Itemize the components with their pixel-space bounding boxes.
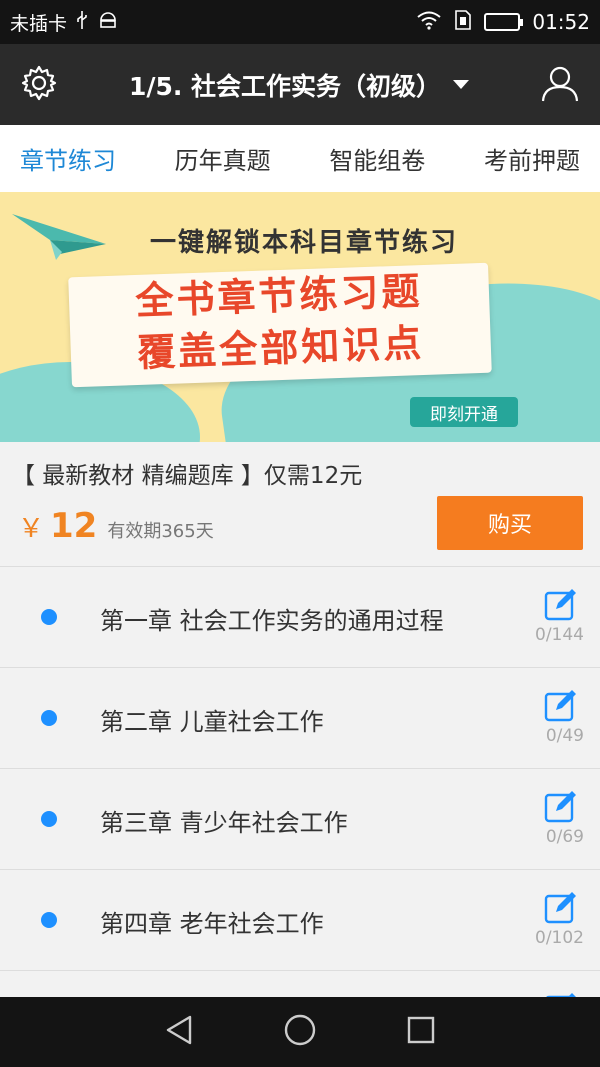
chevron-down-icon (453, 80, 470, 89)
progress-count: 0/144 (535, 625, 584, 645)
user-profile-icon[interactable] (540, 63, 580, 107)
chapter-list: 第一章 社会工作实务的通用过程 0/144 第二章 儿童社会工作 0/49 第三… (0, 567, 600, 997)
wifi-icon (416, 10, 442, 35)
status-right: 01:52 (416, 9, 590, 36)
edit-icon[interactable] (544, 587, 578, 625)
category-tabs: 章节练习 历年真题 智能组卷 考前押题 (0, 125, 600, 192)
android-icon (97, 10, 119, 35)
bullet-dot-icon (41, 609, 57, 625)
progress-count: 0/49 (545, 726, 584, 746)
tab-chapter-practice[interactable]: 章节练习 (20, 125, 116, 192)
subject-title: 1/5. 社会工作实务（初级） (128, 71, 442, 101)
promo-banner[interactable]: 一键解锁本科目章节练习 全书章节练习题 覆盖全部知识点 即刻开通 (0, 192, 600, 442)
list-item[interactable]: 第二章 儿童社会工作 0/49 (0, 668, 600, 769)
banner-headline: 全书章节练习题 覆盖全部知识点 (68, 262, 492, 388)
list-item-partial[interactable] (0, 971, 600, 997)
chapter-name: 第一章 社会工作实务的通用过程 (100, 607, 444, 635)
back-icon[interactable] (164, 1014, 194, 1050)
edit-icon[interactable] (544, 890, 578, 928)
list-item[interactable]: 第三章 青少年社会工作 0/69 (0, 769, 600, 870)
chapter-name: 第二章 儿童社会工作 (100, 708, 324, 736)
recent-apps-icon[interactable] (406, 1015, 436, 1049)
subject-selector[interactable]: 1/5. 社会工作实务（初级） (58, 67, 540, 103)
usb-icon (75, 10, 89, 35)
sim-icon (454, 9, 472, 36)
app-header: 1/5. 社会工作实务（初级） (0, 44, 600, 125)
list-item[interactable]: 第四章 老年社会工作 0/102 (0, 870, 600, 971)
status-bar: 未插卡 01:52 (0, 0, 600, 44)
list-item[interactable]: 第一章 社会工作实务的通用过程 0/144 (0, 567, 600, 668)
tab-past-exams[interactable]: 历年真题 (175, 125, 271, 192)
home-icon[interactable] (283, 1013, 317, 1051)
progress-count: 0/69 (545, 827, 584, 847)
carrier-label: 未插卡 (10, 12, 68, 35)
bullet-dot-icon (41, 912, 57, 928)
clock: 01:52 (532, 10, 590, 34)
tab-smart-paper[interactable]: 智能组卷 (329, 125, 425, 192)
chapter-name: 第三章 青少年社会工作 (100, 809, 348, 837)
purchase-description: 【 最新教材 精编题库 】仅需12元 (12, 463, 363, 489)
validity-label: 有效期365天 (107, 521, 214, 542)
currency-symbol: ￥ (18, 514, 45, 544)
battery-icon (484, 13, 524, 31)
buy-button[interactable]: 购买 (437, 496, 583, 550)
price-block: ￥ 12 有效期365天 (18, 506, 214, 546)
purchase-section: 【 最新教材 精编题库 】仅需12元 ￥ 12 有效期365天 购买 (0, 442, 600, 567)
system-nav-bar (0, 997, 600, 1067)
bullet-dot-icon (41, 811, 57, 827)
price-value: 12 (50, 506, 98, 546)
paper-plane-icon (10, 204, 120, 268)
tab-pre-exam-predict[interactable]: 考前押题 (484, 125, 580, 192)
settings-gear-icon[interactable] (20, 64, 58, 106)
status-left: 未插卡 (10, 9, 119, 36)
bullet-dot-icon (41, 710, 57, 726)
edit-icon[interactable] (544, 688, 578, 726)
banner-tagline: 一键解锁本科目章节练习 (150, 228, 459, 258)
chapter-name: 第四章 老年社会工作 (100, 910, 324, 938)
open-now-button[interactable]: 即刻开通 (410, 397, 518, 427)
edit-icon[interactable] (544, 789, 578, 827)
progress-count: 0/102 (535, 928, 584, 948)
